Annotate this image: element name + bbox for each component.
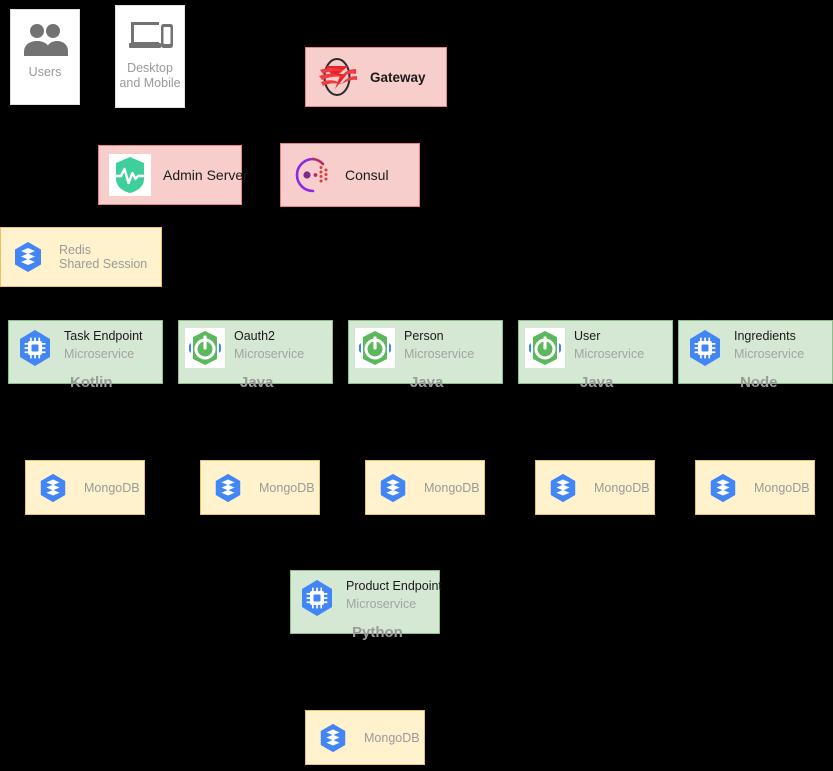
redis-hex-icon [11, 240, 45, 274]
mongodb-hex-icon [706, 471, 740, 505]
node-gateway[interactable]: Gateway [305, 47, 447, 107]
node-service-user[interactable]: User Microservice Java [518, 320, 673, 391]
service-language: Java [240, 374, 274, 391]
node-service-ingredients[interactable]: Ingredients Microservice Node [678, 320, 833, 391]
node-database-product[interactable]: MongoDB [305, 710, 425, 765]
node-consul[interactable]: Consul [280, 143, 420, 207]
service-subtitle: Microservice [346, 597, 417, 611]
node-database-ingredients[interactable]: MongoDB [695, 460, 815, 515]
service-language: Java [580, 374, 614, 391]
desktop-mobile-icon [124, 13, 176, 59]
spring-boot-icon [525, 328, 565, 368]
node-database-label: MongoDB [754, 480, 810, 495]
node-database-label: MongoDB [424, 480, 480, 495]
node-database-label: MongoDB [84, 480, 140, 495]
service-subtitle: Microservice [234, 347, 305, 361]
node-database-label: MongoDB [594, 480, 650, 495]
service-language: Python [352, 624, 403, 641]
mongodb-hex-icon [211, 471, 245, 505]
node-desktop-and-mobile[interactable]: Desktop and Mobile [115, 5, 185, 108]
service-title: Oauth2 [234, 329, 276, 343]
service-title: User [574, 329, 601, 343]
spring-boot-admin-icon [109, 154, 151, 196]
node-desktop-and-mobile-label: Desktop and Mobile [119, 61, 181, 90]
spring-boot-icon [355, 328, 395, 368]
mongodb-hex-icon [36, 471, 70, 505]
node-redis-line1: Redis [59, 243, 91, 257]
node-users-label: Users [28, 65, 62, 79]
node-service-task-endpoint[interactable]: Task Endpoint Microservice Kotlin [8, 320, 163, 391]
service-language: Node [740, 374, 778, 391]
service-subtitle: Microservice [574, 347, 645, 361]
service-title: Person [404, 329, 444, 343]
service-subtitle: Microservice [64, 347, 135, 361]
node-consul-label: Consul [345, 167, 389, 183]
node-service-person[interactable]: Person Microservice Java [348, 320, 503, 391]
chip-hex-icon [685, 328, 725, 368]
node-redis-shared-session[interactable]: Redis Shared Session [0, 227, 162, 287]
service-title: Product Endpoint [346, 579, 442, 593]
users-icon [19, 17, 71, 63]
node-admin-server-label: Admin Server [163, 167, 248, 183]
service-subtitle: Microservice [734, 347, 805, 361]
node-service-product-endpoint[interactable]: Product Endpoint Microservice Python [290, 570, 442, 641]
spring-boot-icon [185, 328, 225, 368]
zuul-gateway-icon [316, 56, 358, 98]
node-database-label: MongoDB [364, 730, 420, 745]
node-database-person[interactable]: MongoDB [365, 460, 485, 515]
service-language: Kotlin [70, 374, 113, 391]
service-language: Java [410, 374, 444, 391]
mongodb-hex-icon [376, 471, 410, 505]
service-title: Ingredients [734, 329, 796, 343]
node-admin-server[interactable]: Admin Server [98, 145, 248, 205]
chip-hex-icon [15, 328, 55, 368]
chip-hex-icon [297, 578, 337, 618]
mongodb-hex-icon [546, 471, 580, 505]
node-database-label: MongoDB [259, 480, 315, 495]
node-redis-line2: Shared Session [59, 257, 148, 271]
node-database-user[interactable]: MongoDB [535, 460, 655, 515]
node-users[interactable]: Users [10, 9, 80, 105]
node-database-task[interactable]: MongoDB [25, 460, 145, 515]
consul-icon [291, 154, 333, 196]
service-title: Task Endpoint [64, 329, 143, 343]
node-service-oauth2[interactable]: Oauth2 Microservice Java [178, 320, 333, 391]
architecture-diagram-canvas: Users Desktop and Mobile Gateway Admin S… [0, 0, 833, 771]
service-subtitle: Microservice [404, 347, 475, 361]
node-database-oauth2[interactable]: MongoDB [200, 460, 320, 515]
mongodb-hex-icon [316, 721, 350, 755]
node-redis-text: Redis Shared Session [59, 243, 147, 271]
node-gateway-label: Gateway [370, 69, 426, 85]
